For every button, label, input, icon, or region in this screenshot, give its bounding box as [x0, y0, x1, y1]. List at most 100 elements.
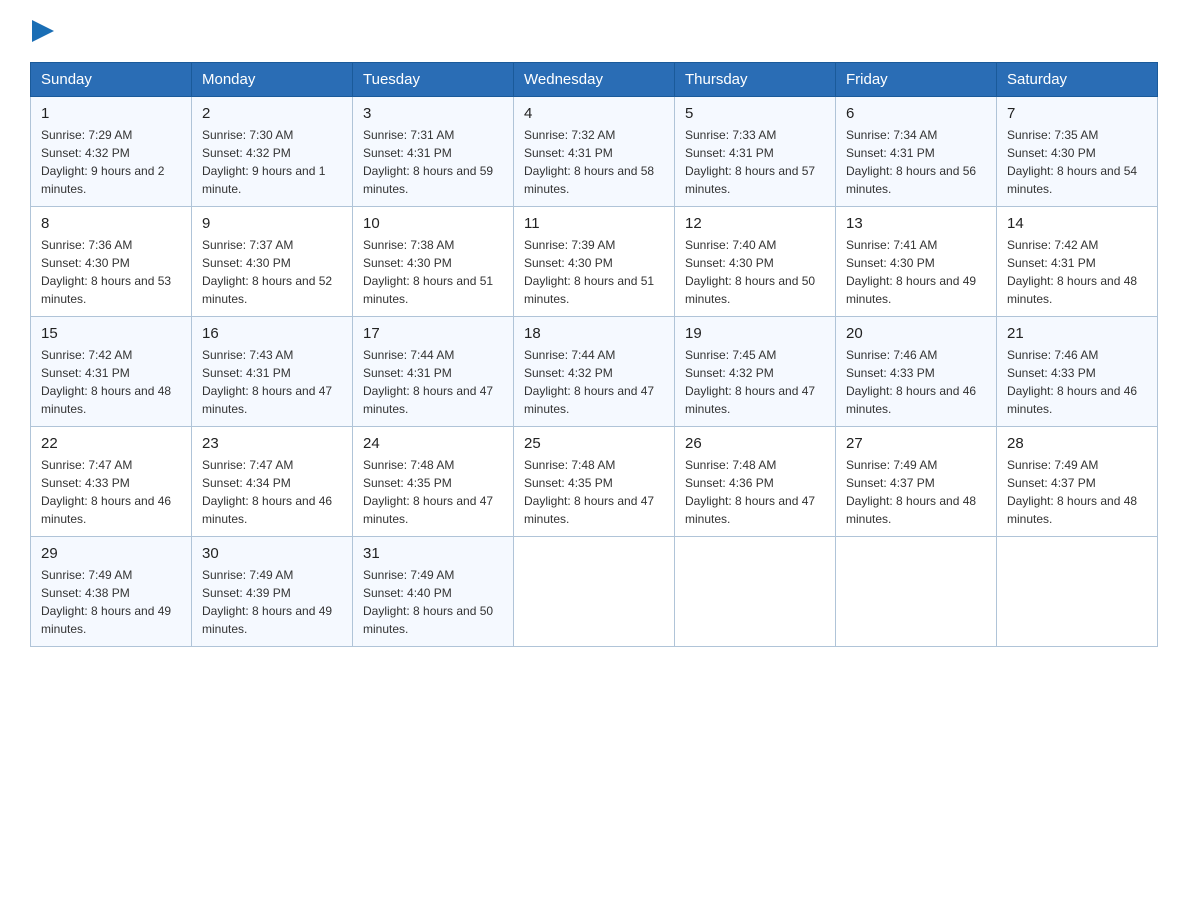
day-number: 10	[363, 215, 503, 232]
day-number: 25	[524, 435, 664, 452]
day-info: Sunrise: 7:44 AM Sunset: 4:32 PM Dayligh…	[524, 346, 664, 418]
sunrise-label: Sunrise: 7:47 AM	[41, 458, 132, 472]
sunrise-label: Sunrise: 7:32 AM	[524, 128, 615, 142]
calendar-day-cell: 20 Sunrise: 7:46 AM Sunset: 4:33 PM Dayl…	[836, 317, 997, 427]
day-number: 16	[202, 325, 342, 342]
daylight-label: Daylight: 9 hours and 1 minute.	[202, 164, 325, 196]
daylight-label: Daylight: 8 hours and 47 minutes.	[685, 384, 815, 416]
sunset-label: Sunset: 4:32 PM	[41, 146, 130, 160]
daylight-label: Daylight: 8 hours and 47 minutes.	[363, 384, 493, 416]
sunset-label: Sunset: 4:31 PM	[41, 366, 130, 380]
sunset-label: Sunset: 4:37 PM	[846, 476, 935, 490]
calendar-day-cell: 29 Sunrise: 7:49 AM Sunset: 4:38 PM Dayl…	[31, 537, 192, 647]
weekday-header-saturday: Saturday	[997, 63, 1158, 97]
day-number: 6	[846, 105, 986, 122]
sunrise-label: Sunrise: 7:42 AM	[41, 348, 132, 362]
day-number: 5	[685, 105, 825, 122]
sunrise-label: Sunrise: 7:29 AM	[41, 128, 132, 142]
sunset-label: Sunset: 4:31 PM	[524, 146, 613, 160]
daylight-label: Daylight: 8 hours and 47 minutes.	[202, 384, 332, 416]
sunset-label: Sunset: 4:33 PM	[41, 476, 130, 490]
sunset-label: Sunset: 4:30 PM	[363, 256, 452, 270]
sunset-label: Sunset: 4:33 PM	[846, 366, 935, 380]
daylight-label: Daylight: 8 hours and 49 minutes.	[41, 604, 171, 636]
calendar-day-cell: 8 Sunrise: 7:36 AM Sunset: 4:30 PM Dayli…	[31, 207, 192, 317]
calendar-day-cell: 3 Sunrise: 7:31 AM Sunset: 4:31 PM Dayli…	[353, 97, 514, 207]
sunrise-label: Sunrise: 7:38 AM	[363, 238, 454, 252]
day-info: Sunrise: 7:31 AM Sunset: 4:31 PM Dayligh…	[363, 126, 503, 198]
daylight-label: Daylight: 8 hours and 46 minutes.	[41, 494, 171, 526]
weekday-header-tuesday: Tuesday	[353, 63, 514, 97]
daylight-label: Daylight: 8 hours and 48 minutes.	[1007, 494, 1137, 526]
daylight-label: Daylight: 8 hours and 49 minutes.	[202, 604, 332, 636]
empty-cell	[836, 537, 997, 647]
daylight-label: Daylight: 8 hours and 47 minutes.	[524, 384, 654, 416]
daylight-label: Daylight: 8 hours and 52 minutes.	[202, 274, 332, 306]
day-number: 4	[524, 105, 664, 122]
calendar-day-cell: 28 Sunrise: 7:49 AM Sunset: 4:37 PM Dayl…	[997, 427, 1158, 537]
sunset-label: Sunset: 4:30 PM	[1007, 146, 1096, 160]
day-info: Sunrise: 7:42 AM Sunset: 4:31 PM Dayligh…	[41, 346, 181, 418]
calendar-day-cell: 16 Sunrise: 7:43 AM Sunset: 4:31 PM Dayl…	[192, 317, 353, 427]
day-number: 9	[202, 215, 342, 232]
calendar-day-cell: 23 Sunrise: 7:47 AM Sunset: 4:34 PM Dayl…	[192, 427, 353, 537]
day-info: Sunrise: 7:47 AM Sunset: 4:34 PM Dayligh…	[202, 456, 342, 528]
calendar-day-cell: 13 Sunrise: 7:41 AM Sunset: 4:30 PM Dayl…	[836, 207, 997, 317]
daylight-label: Daylight: 8 hours and 51 minutes.	[363, 274, 493, 306]
calendar-table: SundayMondayTuesdayWednesdayThursdayFrid…	[30, 62, 1158, 647]
calendar-day-cell: 12 Sunrise: 7:40 AM Sunset: 4:30 PM Dayl…	[675, 207, 836, 317]
sunrise-label: Sunrise: 7:48 AM	[524, 458, 615, 472]
daylight-label: Daylight: 8 hours and 47 minutes.	[363, 494, 493, 526]
day-number: 31	[363, 545, 503, 562]
day-info: Sunrise: 7:42 AM Sunset: 4:31 PM Dayligh…	[1007, 236, 1147, 308]
day-info: Sunrise: 7:48 AM Sunset: 4:35 PM Dayligh…	[524, 456, 664, 528]
day-info: Sunrise: 7:34 AM Sunset: 4:31 PM Dayligh…	[846, 126, 986, 198]
day-number: 12	[685, 215, 825, 232]
sunrise-label: Sunrise: 7:49 AM	[363, 568, 454, 582]
daylight-label: Daylight: 8 hours and 46 minutes.	[202, 494, 332, 526]
day-info: Sunrise: 7:45 AM Sunset: 4:32 PM Dayligh…	[685, 346, 825, 418]
daylight-label: Daylight: 8 hours and 53 minutes.	[41, 274, 171, 306]
sunrise-label: Sunrise: 7:43 AM	[202, 348, 293, 362]
day-info: Sunrise: 7:40 AM Sunset: 4:30 PM Dayligh…	[685, 236, 825, 308]
day-info: Sunrise: 7:37 AM Sunset: 4:30 PM Dayligh…	[202, 236, 342, 308]
weekday-header-monday: Monday	[192, 63, 353, 97]
sunset-label: Sunset: 4:37 PM	[1007, 476, 1096, 490]
day-number: 1	[41, 105, 181, 122]
calendar-day-cell: 17 Sunrise: 7:44 AM Sunset: 4:31 PM Dayl…	[353, 317, 514, 427]
day-info: Sunrise: 7:35 AM Sunset: 4:30 PM Dayligh…	[1007, 126, 1147, 198]
sunset-label: Sunset: 4:33 PM	[1007, 366, 1096, 380]
sunrise-label: Sunrise: 7:49 AM	[202, 568, 293, 582]
sunrise-label: Sunrise: 7:37 AM	[202, 238, 293, 252]
weekday-header-thursday: Thursday	[675, 63, 836, 97]
calendar-day-cell: 2 Sunrise: 7:30 AM Sunset: 4:32 PM Dayli…	[192, 97, 353, 207]
sunrise-label: Sunrise: 7:47 AM	[202, 458, 293, 472]
day-number: 29	[41, 545, 181, 562]
sunset-label: Sunset: 4:31 PM	[202, 366, 291, 380]
calendar-day-cell: 25 Sunrise: 7:48 AM Sunset: 4:35 PM Dayl…	[514, 427, 675, 537]
calendar-day-cell: 21 Sunrise: 7:46 AM Sunset: 4:33 PM Dayl…	[997, 317, 1158, 427]
day-info: Sunrise: 7:29 AM Sunset: 4:32 PM Dayligh…	[41, 126, 181, 198]
day-info: Sunrise: 7:46 AM Sunset: 4:33 PM Dayligh…	[1007, 346, 1147, 418]
sunrise-label: Sunrise: 7:44 AM	[363, 348, 454, 362]
calendar-week-row: 22 Sunrise: 7:47 AM Sunset: 4:33 PM Dayl…	[31, 427, 1158, 537]
sunrise-label: Sunrise: 7:44 AM	[524, 348, 615, 362]
weekday-header-row: SundayMondayTuesdayWednesdayThursdayFrid…	[31, 63, 1158, 97]
day-info: Sunrise: 7:38 AM Sunset: 4:30 PM Dayligh…	[363, 236, 503, 308]
day-info: Sunrise: 7:49 AM Sunset: 4:37 PM Dayligh…	[1007, 456, 1147, 528]
weekday-header-sunday: Sunday	[31, 63, 192, 97]
daylight-label: Daylight: 8 hours and 50 minutes.	[685, 274, 815, 306]
sunrise-label: Sunrise: 7:49 AM	[1007, 458, 1098, 472]
calendar-day-cell: 26 Sunrise: 7:48 AM Sunset: 4:36 PM Dayl…	[675, 427, 836, 537]
sunset-label: Sunset: 4:40 PM	[363, 586, 452, 600]
calendar-day-cell: 7 Sunrise: 7:35 AM Sunset: 4:30 PM Dayli…	[997, 97, 1158, 207]
day-info: Sunrise: 7:48 AM Sunset: 4:35 PM Dayligh…	[363, 456, 503, 528]
day-number: 21	[1007, 325, 1147, 342]
empty-cell	[514, 537, 675, 647]
sunrise-label: Sunrise: 7:40 AM	[685, 238, 776, 252]
sunset-label: Sunset: 4:32 PM	[685, 366, 774, 380]
day-number: 14	[1007, 215, 1147, 232]
sunrise-label: Sunrise: 7:46 AM	[1007, 348, 1098, 362]
weekday-header-wednesday: Wednesday	[514, 63, 675, 97]
day-number: 11	[524, 215, 664, 232]
